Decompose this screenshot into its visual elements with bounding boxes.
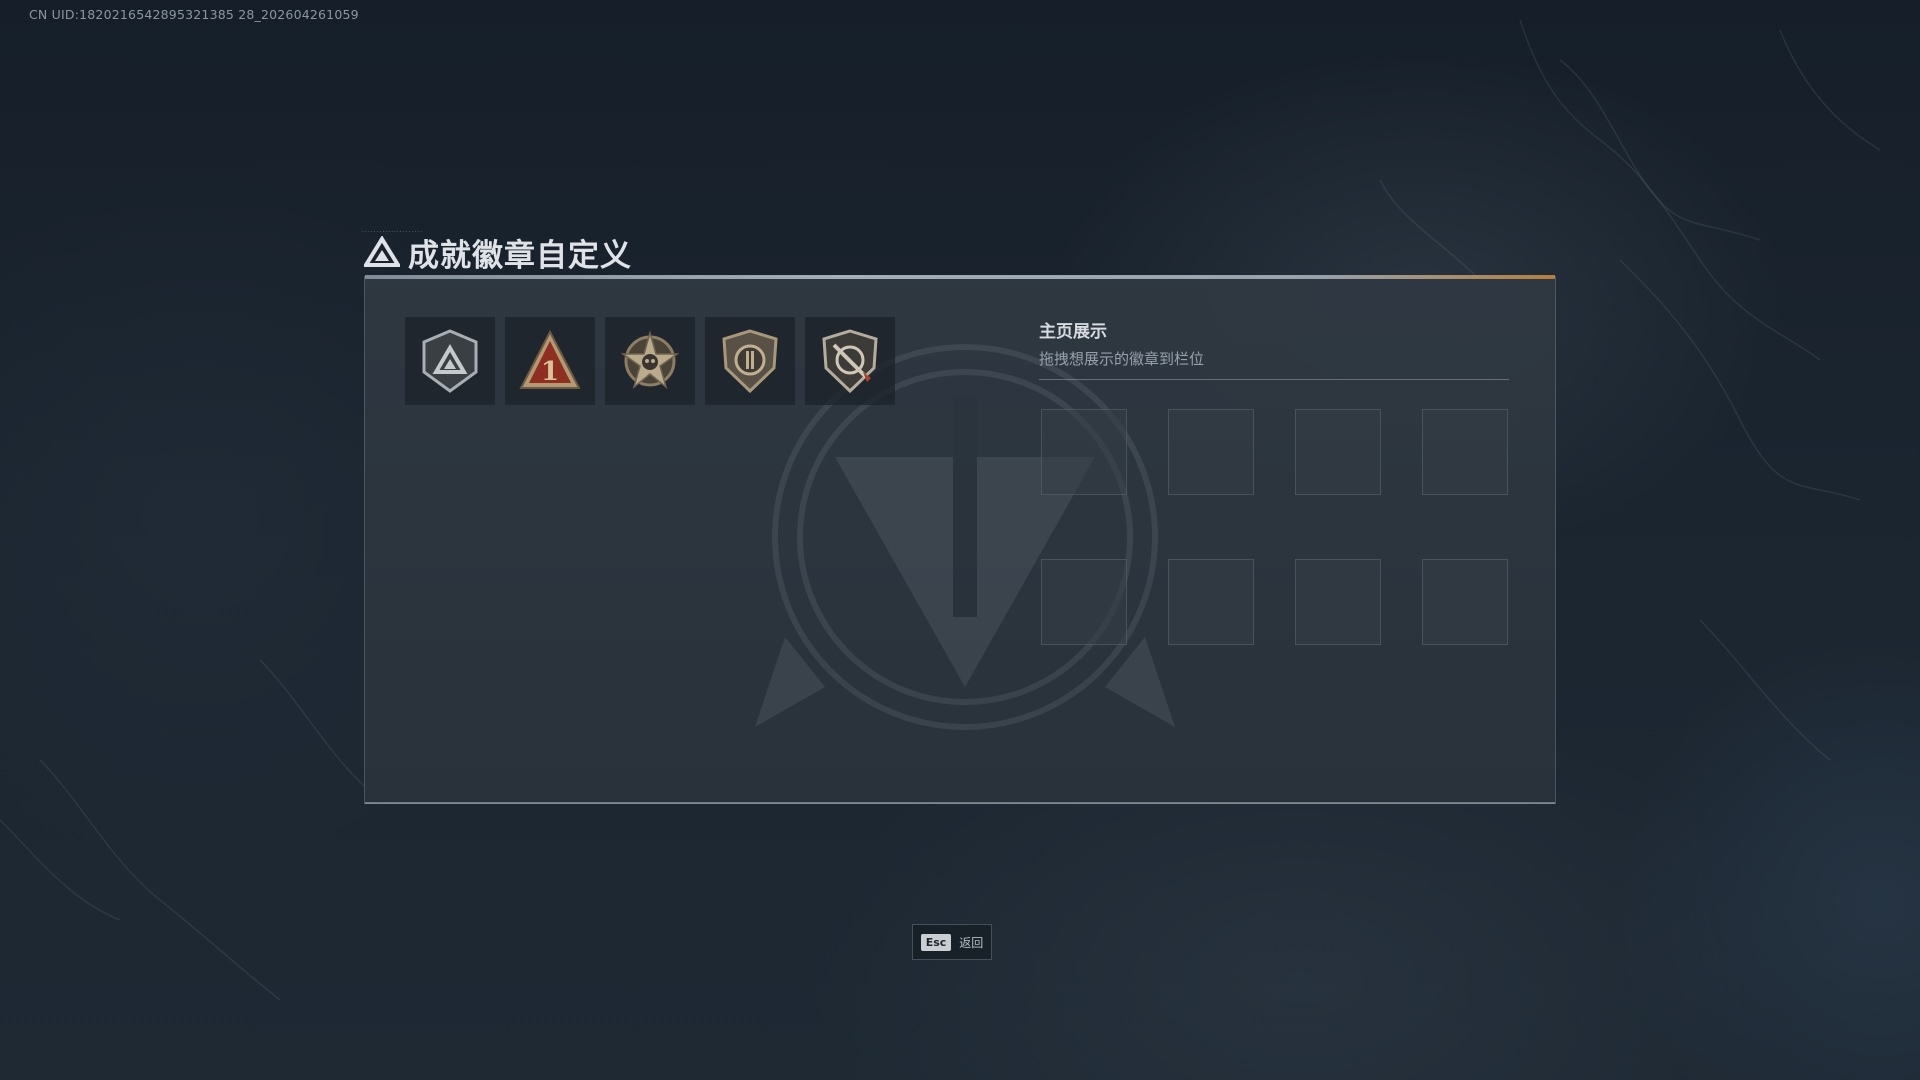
homepage-showcase-section: 主页展示 拖拽想展示的徽章到栏位: [1039, 317, 1509, 645]
panel-bottom-line: [365, 802, 1555, 804]
panel-top-bar: [365, 275, 1555, 279]
showcase-slot-grid: [1041, 409, 1508, 645]
showcase-slot[interactable]: [1168, 409, 1254, 495]
page-title: 成就徽章自定义: [408, 237, 632, 274]
triangle-emblem-icon: [364, 236, 400, 267]
owned-badge-list: 1: [405, 317, 895, 405]
shield-crossed-scope-icon: [822, 329, 878, 394]
back-button[interactable]: Esc 返回: [912, 924, 992, 960]
page-header: 成就徽章自定义: [364, 230, 632, 274]
shield-fist-icon: [722, 329, 778, 394]
showcase-slot[interactable]: [1422, 409, 1508, 495]
badge-slot-5[interactable]: [805, 317, 895, 405]
badge-slot-2[interactable]: 1: [505, 317, 595, 405]
badge-customization-panel: 1 主页展示 拖拽想展示的徽章到栏位: [364, 275, 1556, 804]
showcase-slot[interactable]: [1422, 559, 1508, 645]
uid-label: CN UID:1820216542895321385 28_2026042610…: [29, 7, 359, 22]
showcase-slot[interactable]: [1041, 559, 1127, 645]
showcase-slot[interactable]: [1041, 409, 1127, 495]
showcase-subtitle: 拖拽想展示的徽章到栏位: [1039, 350, 1205, 368]
shield-triangle-icon: [422, 329, 478, 393]
showcase-title: 主页展示: [1039, 322, 1107, 342]
esc-key-icon: Esc: [920, 933, 952, 951]
star-skull-icon: [620, 330, 680, 390]
showcase-divider: [1039, 379, 1509, 380]
red-triangle-number-one-icon: 1: [519, 329, 581, 389]
showcase-slot[interactable]: [1295, 409, 1381, 495]
back-label: 返回: [959, 935, 984, 950]
badge-slot-1[interactable]: [405, 317, 495, 405]
showcase-slot[interactable]: [1295, 559, 1381, 645]
svg-text:1: 1: [541, 357, 559, 387]
showcase-slot[interactable]: [1168, 559, 1254, 645]
badge-slot-4[interactable]: [705, 317, 795, 405]
badge-slot-3[interactable]: [605, 317, 695, 405]
